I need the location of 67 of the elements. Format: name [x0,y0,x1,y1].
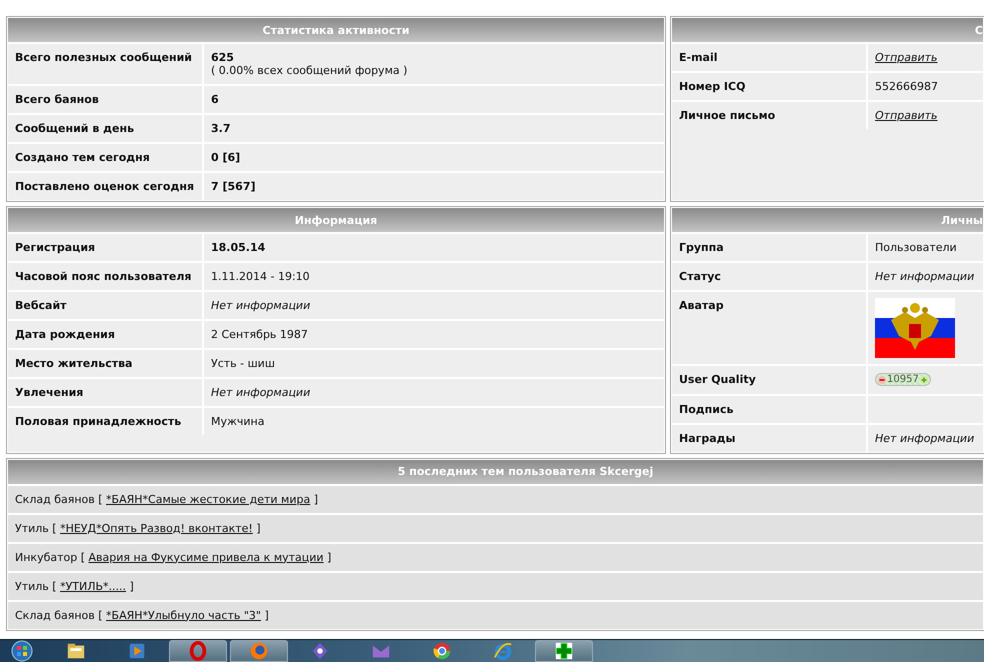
panel-title: Личны [941,214,983,226]
field-label: Статус [672,263,868,290]
ring-icon [188,641,208,661]
field-label: E-mail [672,44,868,71]
field-value: 7 [567] [211,180,256,193]
field-label: Вебсайт [8,292,204,319]
plus-icon [554,641,574,661]
topic-line: Утиль [ *УТИЛЬ*..... ] [15,580,134,592]
field-label: Дата рождения [8,321,204,348]
field-value: 2 Сентябрь 1987 [211,328,309,341]
diamond-icon [310,641,330,661]
topic-line: Склад баянов [ *БАЯН*Улыбнуло часть "3" ] [15,608,269,622]
field-value: 6 [211,93,220,106]
play-icon [127,641,147,661]
field-label: Всего баянов [8,86,204,113]
field-label: Регистрация [8,234,204,261]
topic-link[interactable]: *НЕУД*Опять Развод! вконтакте! [60,522,253,534]
field-label: Группа [672,234,868,261]
field-label: Создано тем сегодня [8,144,204,171]
browser-icon [432,641,452,661]
field-label: Место жительства [8,350,204,377]
send-link[interactable]: Отправить [875,51,938,64]
rating-badge: 10957 [875,373,931,386]
field-value: Нет информации [211,386,312,399]
minus-icon[interactable] [878,376,886,384]
browser-icon [249,641,269,661]
field-value: Нет информации [211,299,312,312]
topic-line: Утиль [ *НЕУД*Опять Развод! вконтакте! ] [15,522,261,534]
field-label: Всего полезных сообщений [8,44,204,84]
field-value: 3.7 [211,122,232,135]
topic-line: Склад баянов [ *БАЯН*Самые жестокие дети мира ] [15,492,318,506]
field-value: Нет информации [875,270,976,283]
send-link[interactable]: Отправить [875,109,938,122]
field-value: Мужчина [211,415,266,428]
field-label: Подпись [672,396,868,422]
topic-link[interactable]: *УТИЛЬ*..... [60,580,126,592]
topic-link[interactable]: *БАЯН*Улыбнуло часть "3" [106,608,261,622]
field-note: ( 0.00% всех сообщений форума ) [211,64,408,77]
field-label: Половая принадлежность [8,408,204,435]
field-value: 625 [211,51,235,64]
field-label: Поставлено оценок сегодня [8,173,204,200]
field-label: Часовой пояс пользователя [8,263,204,290]
field-value: 1.11.2014 - 19:10 [211,270,311,283]
field-label: Увлечения [8,379,204,406]
field-label: Аватар [672,292,868,364]
taskbar-button[interactable] [535,640,593,662]
plus-icon[interactable] [920,376,928,384]
browser-icon [493,641,513,661]
folder-icon [66,641,86,661]
field-label: Номер ICQ [672,73,868,100]
topic-link[interactable]: Авария на Фукусиме привела к мутации [88,550,324,564]
field-label: Сообщений в день [8,115,204,142]
field-value: 0 [6] [211,151,242,164]
field-value: Пользователи [875,241,958,254]
panel-title: 5 последних тем пользователя Skcergej [398,465,654,478]
panel-title: Статистика активности [262,24,410,36]
topic-line: Инкубатор [ Авария на Фукусиме привела к мутации ] [15,550,332,564]
panel-title: С [974,24,983,36]
field-label: User Quality [672,366,868,394]
field-label: Личное письмо [672,102,868,129]
field-value: Усть - шиш [211,357,276,370]
field-label: Награды [672,424,868,452]
field-value: 552666987 [875,80,939,93]
field-value: Нет информации [875,432,976,444]
topic-link[interactable]: *БАЯН*Самые жестокие дети мира [106,492,310,506]
field-value: 18.05.14 [211,241,266,254]
panel-title: Информация [294,214,378,226]
